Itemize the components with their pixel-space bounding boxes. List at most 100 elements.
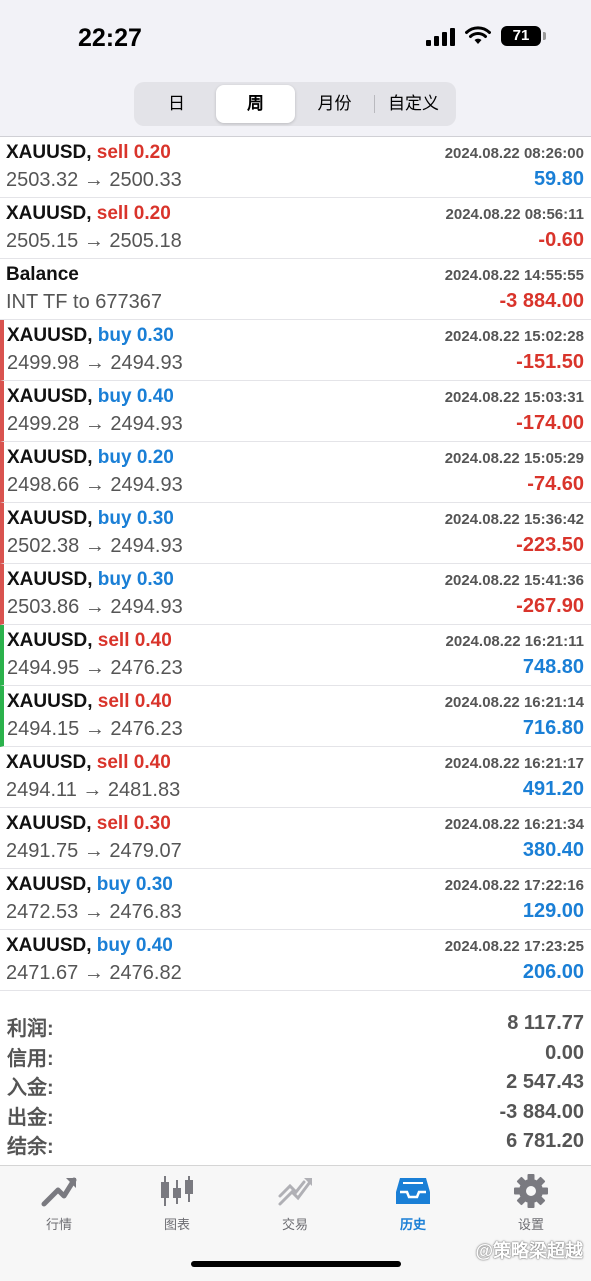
deal-symbol: XAUUSD,	[6, 874, 92, 895]
deal-row[interactable]: Balance 2024.08.22 14:55:55 INT TF to 6773…	[0, 259, 591, 320]
deal-title: XAUUSD, sell 0.20	[6, 142, 171, 164]
period-tab-day[interactable]: 日	[137, 85, 216, 123]
deal-symbol: XAUUSD,	[7, 630, 93, 651]
deal-symbol: XAUUSD,	[6, 203, 92, 224]
period-tab-week[interactable]: 周	[216, 85, 295, 123]
deal-profit: -174.00	[516, 412, 584, 434]
tab-quotes[interactable]: 行情	[0, 1174, 118, 1238]
deal-title: XAUUSD, buy 0.30	[7, 508, 174, 530]
home-indicator[interactable]	[191, 1261, 401, 1267]
deal-time: 2024.08.22 15:05:29	[444, 450, 584, 467]
deal-volume: 0.40	[134, 630, 172, 651]
quotes-icon	[41, 1177, 77, 1207]
history-icon	[396, 1178, 430, 1204]
deal-prices: 2498.66 → 2494.93	[7, 474, 183, 496]
summary-label: 结余:	[7, 1136, 54, 1158]
deal-time: 2024.08.22 15:41:36	[444, 572, 584, 589]
deal-symbol: XAUUSD,	[6, 935, 92, 956]
deal-volume: 0.40	[134, 691, 172, 712]
deal-profit: 129.00	[522, 900, 584, 922]
summary-value: 2 547.43	[506, 1071, 584, 1093]
deal-row[interactable]: XAUUSD, sell 0.40 2024.08.22 16:21:14 2494…	[0, 686, 591, 747]
deal-time: 2024.08.22 17:22:16	[444, 877, 584, 894]
deal-type: sell	[97, 691, 130, 712]
deal-row[interactable]: XAUUSD, sell 0.20 2024.08.22 08:56:11 2505…	[0, 198, 591, 259]
deal-time: 2024.08.22 16:21:17	[444, 755, 584, 772]
deal-symbol: Balance	[6, 264, 79, 285]
deal-volume: 0.30	[136, 508, 174, 529]
watermark: @策略梁超越	[475, 1241, 583, 1261]
summary-label: 出金:	[7, 1106, 54, 1129]
deal-row[interactable]: XAUUSD, sell 0.40 2024.08.22 16:21:11 2494…	[0, 625, 591, 686]
deal-row[interactable]: XAUUSD, buy 0.40 2024.08.22 17:23:25 2471.…	[0, 930, 591, 991]
deal-type: buy	[97, 569, 132, 590]
cellular-signal-icon	[426, 26, 455, 46]
deal-row[interactable]: XAUUSD, buy 0.30 2024.08.22 15:41:36 2503.…	[0, 564, 591, 625]
deal-list: XAUUSD, sell 0.20 2024.08.22 08:26:00 2503…	[0, 137, 591, 991]
deal-time: 2024.08.22 15:02:28	[444, 328, 584, 345]
tab-trade-label: 交易	[281, 1217, 308, 1232]
deal-profit: -223.50	[516, 534, 584, 556]
tab-history[interactable]: 历史	[354, 1174, 472, 1238]
deal-symbol: XAUUSD,	[7, 508, 93, 529]
period-segmented-control: 日 周 月份 自定义	[134, 82, 456, 126]
deal-type: buy	[97, 508, 132, 529]
deal-symbol: XAUUSD,	[6, 813, 92, 834]
deal-title: XAUUSD, sell 0.30	[6, 813, 171, 835]
deal-title: XAUUSD, sell 0.40	[7, 691, 172, 713]
deal-row[interactable]: XAUUSD, buy 0.30 2024.08.22 15:36:42 2502.…	[0, 503, 591, 564]
summary-value: -3 884.00	[499, 1100, 584, 1123]
deal-volume: 0.30	[136, 325, 174, 346]
deal-row[interactable]: XAUUSD, buy 0.30 2024.08.22 15:02:28 2499.…	[0, 320, 591, 381]
deal-row[interactable]: XAUUSD, sell 0.30 2024.08.22 16:21:34 2491…	[0, 808, 591, 869]
summary-label: 信用:	[7, 1047, 54, 1070]
deal-type: buy	[97, 325, 132, 346]
deal-profit: 716.80	[522, 717, 584, 739]
summary-value: 8 117.77	[507, 1012, 584, 1034]
deal-prices: 2494.15 → 2476.23	[7, 718, 183, 740]
deal-prices: 2499.28 → 2494.93	[7, 413, 183, 435]
summary-row: 信用: 0.00	[0, 1040, 591, 1070]
summary-row: 利润: 8 117.77	[0, 1010, 591, 1040]
tab-settings-label: 设置	[517, 1217, 544, 1232]
summary-label: 入金:	[7, 1077, 54, 1099]
period-tab-month[interactable]: 月份	[295, 85, 374, 123]
status-time: 22:27	[78, 24, 142, 52]
deal-type: sell	[96, 752, 129, 773]
tab-chart[interactable]: 图表	[118, 1174, 236, 1238]
deal-prices: 2503.86 → 2494.93	[7, 596, 183, 618]
deal-time: 2024.08.22 14:55:55	[444, 267, 584, 284]
deal-title: XAUUSD, buy 0.40	[7, 386, 174, 408]
deal-profit: -3 884.00	[499, 290, 584, 312]
deal-symbol: XAUUSD,	[7, 691, 93, 712]
deal-title: XAUUSD, buy 0.20	[7, 447, 174, 469]
account-summary: 利润: 8 117.77 信用: 0.00 入金: 2 547.43 出金: -3 884.0…	[0, 1010, 591, 1158]
deal-profit: 748.80	[522, 656, 584, 678]
deal-row[interactable]: XAUUSD, buy 0.20 2024.08.22 15:05:29 2498.…	[0, 442, 591, 503]
period-tab-custom[interactable]: 自定义	[374, 85, 453, 123]
deal-volume: 0.40	[136, 386, 174, 407]
deal-prices: 2494.95 → 2476.23	[7, 657, 183, 679]
deal-row[interactable]: XAUUSD, buy 0.40 2024.08.22 15:03:31 2499.…	[0, 381, 591, 442]
deal-row[interactable]: XAUUSD, sell 0.40 2024.08.22 16:21:17 2494…	[0, 747, 591, 808]
deal-row[interactable]: XAUUSD, sell 0.20 2024.08.22 08:26:00 2503…	[0, 137, 591, 198]
deal-row[interactable]: XAUUSD, buy 0.30 2024.08.22 17:22:16 2472.…	[0, 869, 591, 930]
deal-title: XAUUSD, sell 0.40	[7, 630, 172, 652]
deal-type: sell	[96, 813, 129, 834]
deal-volume: 0.40	[135, 935, 173, 956]
deal-prices: 2494.11 → 2481.83	[6, 779, 181, 801]
deal-profit: -267.90	[516, 595, 584, 617]
deal-prices: INT TF to 677367	[6, 291, 163, 313]
deal-volume: 0.40	[133, 752, 171, 773]
deal-type: sell	[97, 630, 130, 651]
tab-settings[interactable]: 设置	[472, 1174, 590, 1238]
deal-title: Balance	[6, 264, 79, 286]
summary-label: 利润:	[7, 1018, 54, 1040]
deal-volume: 0.20	[133, 203, 171, 224]
tab-trade[interactable]: 交易	[236, 1174, 354, 1238]
summary-row: 结余: 6 781.20	[0, 1128, 591, 1158]
deal-type: buy	[97, 447, 132, 468]
deal-prices: 2505.15 → 2505.18	[6, 230, 182, 252]
deal-symbol: XAUUSD,	[6, 142, 92, 163]
tab-quotes-label: 行情	[45, 1217, 72, 1232]
